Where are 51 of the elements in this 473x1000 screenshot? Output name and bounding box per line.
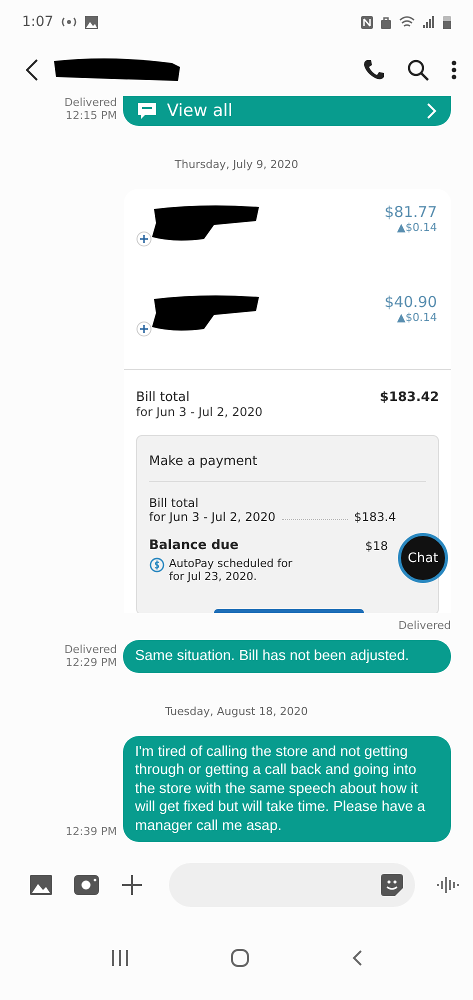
voice-icon[interactable] (437, 875, 459, 895)
message-icon (137, 102, 157, 120)
payment-title: Make a payment (149, 436, 426, 482)
balance-label: Balance due (149, 538, 239, 553)
amount-change: ▲$0.14 (397, 221, 437, 234)
bill-amount: $183.4 (354, 510, 396, 524)
back-icon[interactable] (26, 59, 38, 81)
billing-period: for Jun 3 - Jul 2, 2020 (149, 510, 276, 524)
chevron-icon (427, 103, 437, 119)
sticker-icon[interactable] (381, 874, 403, 896)
gallery-icon[interactable] (30, 875, 52, 895)
plus-icon[interactable] (121, 874, 143, 896)
plus-icon (136, 321, 152, 337)
message-time: 12:15 PM (66, 109, 117, 122)
line-amount: $81.77 (384, 203, 437, 221)
total-amount: $183.42 (380, 390, 439, 407)
message-input[interactable] (169, 863, 415, 907)
autopay-note: for Jul 23, 2020. (169, 570, 258, 583)
balance-amount: $18 (365, 539, 388, 553)
image-icon (85, 16, 98, 28)
delivery-status: Delivered (64, 96, 117, 109)
nfc-icon (361, 16, 373, 28)
message-time: 12:39 PM (66, 825, 117, 838)
message-bubble: I'm tired of calling the store and not getting through or getting a call back and going into the store with the same speech about how it will get fixed but will take time. Please have a manager call me asap. (123, 736, 451, 842)
autopay-note: AutoPay scheduled for (169, 557, 292, 570)
message-time: 12:29 PM (66, 656, 117, 668)
date-divider: Tuesday, August 18, 2020 (164, 704, 309, 720)
total-label: Bill total (136, 390, 191, 405)
broadcast-icon (61, 17, 78, 27)
lock-icon (381, 16, 391, 28)
home-icon[interactable] (231, 949, 250, 967)
wifi-icon (399, 16, 415, 28)
more-icon[interactable] (451, 60, 457, 80)
recents-icon[interactable] (111, 950, 130, 966)
status-time: 1:07 (22, 14, 54, 30)
delivery-status: Delivered (398, 618, 451, 634)
delivery-status: Delivered (64, 642, 117, 656)
link-label: View all (167, 101, 233, 121)
line-amount: $40.90 (384, 293, 437, 311)
search-icon[interactable] (407, 59, 429, 81)
message-bubble: Same situation. Bill has not been adjusted. (123, 640, 451, 672)
camera-icon[interactable] (74, 875, 99, 895)
bill-label: Bill total (149, 496, 200, 510)
autopay-icon (149, 557, 165, 573)
signal-icon (423, 16, 435, 28)
billing-period: for Jun 3 - Jul 2, 2020 (136, 405, 263, 419)
amount-change: ▲$0.14 (397, 311, 437, 324)
battery-icon (443, 15, 451, 29)
phone-icon[interactable] (363, 59, 385, 81)
date-divider: Thursday, July 9, 2020 (174, 157, 300, 173)
plus-icon (136, 231, 152, 247)
